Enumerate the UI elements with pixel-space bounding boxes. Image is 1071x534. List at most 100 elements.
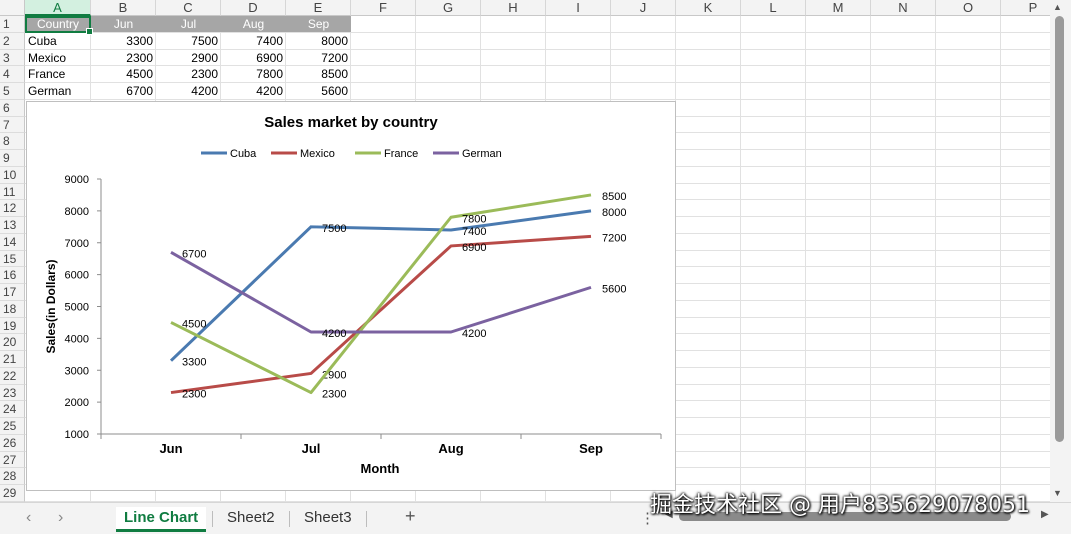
row-header[interactable]: 20: [0, 334, 25, 351]
table-cell[interactable]: 7800: [221, 66, 286, 82]
column-header-l[interactable]: L: [741, 0, 806, 16]
watermark-text: 掘金技术社区 @ 用户835629078051: [650, 493, 1030, 518]
row-header[interactable]: 8: [0, 133, 25, 150]
row-header[interactable]: 12: [0, 200, 25, 217]
table-header-cell[interactable]: Jun: [91, 16, 156, 32]
table-header-cell[interactable]: Aug: [221, 16, 286, 32]
tab-separator: [366, 511, 367, 527]
row-header[interactable]: 25: [0, 418, 25, 435]
table-cell[interactable]: 4500: [91, 66, 156, 82]
row-header[interactable]: 26: [0, 434, 25, 452]
table-cell[interactable]: 7400: [221, 33, 286, 49]
row-header[interactable]: 24: [0, 401, 25, 418]
row-header[interactable]: 10: [0, 166, 25, 184]
row-header[interactable]: 29: [0, 485, 25, 502]
row-header[interactable]: 6: [0, 99, 25, 117]
vertical-scroll-thumb[interactable]: [1055, 16, 1064, 442]
column-header-d[interactable]: D: [221, 0, 286, 16]
row-header[interactable]: 15: [0, 250, 25, 268]
row-header[interactable]: 2: [0, 32, 25, 50]
table-cell[interactable]: 2300: [91, 50, 156, 66]
spreadsheet-grid[interactable]: ABCDEFGHIJKLMNOP 1 2 3 4 5 6 7 8 9 10 11 12 13 14 15 16…: [0, 0, 1050, 502]
row-header[interactable]: 11: [0, 183, 25, 201]
row-header[interactable]: 19: [0, 317, 25, 335]
table-cell[interactable]: 7500: [156, 33, 221, 49]
select-all-corner[interactable]: [0, 0, 25, 16]
series-line: [169, 209, 592, 362]
row-header[interactable]: 9: [0, 150, 25, 167]
column-header-g[interactable]: G: [416, 0, 481, 16]
row-header[interactable]: 18: [0, 300, 25, 318]
table-cell[interactable]: 3300: [91, 33, 156, 49]
row-header[interactable]: 4: [0, 66, 25, 83]
row-header[interactable]: 3: [0, 49, 25, 67]
column-header-h[interactable]: H: [481, 0, 546, 16]
column-header-a[interactable]: A: [25, 0, 91, 16]
grid-line: [740, 16, 741, 502]
column-header-n[interactable]: N: [871, 0, 936, 16]
column-header-p[interactable]: P: [1001, 0, 1050, 16]
data-label: 7400: [462, 226, 486, 238]
table-cell[interactable]: Mexico: [25, 50, 91, 66]
row-header[interactable]: 17: [0, 284, 25, 301]
table-cell[interactable]: 6900: [221, 50, 286, 66]
column-header-o[interactable]: O: [936, 0, 1001, 16]
column-header-b[interactable]: B: [91, 0, 156, 16]
column-header-f[interactable]: F: [351, 0, 416, 16]
column-header-m[interactable]: M: [806, 0, 871, 16]
table-cell[interactable]: 8000: [286, 33, 351, 49]
row-header[interactable]: 27: [0, 451, 25, 469]
data-label: 3300: [182, 357, 206, 369]
table-cell[interactable]: 2300: [156, 66, 221, 82]
scroll-up-icon[interactable]: ▲: [1053, 2, 1062, 12]
y-tick-label: 6000: [65, 270, 89, 282]
tab-separator: [289, 511, 290, 527]
row-header[interactable]: 5: [0, 83, 25, 100]
row-header[interactable]: 1: [0, 16, 25, 33]
row-header[interactable]: 23: [0, 384, 25, 402]
table-cell[interactable]: 8500: [286, 66, 351, 82]
next-sheet-icon[interactable]: ›: [58, 509, 63, 527]
y-tick-label: 8000: [65, 206, 89, 218]
active-cell-selection[interactable]: [25, 16, 93, 35]
data-label: 8500: [602, 191, 626, 203]
table-cell[interactable]: German: [25, 83, 91, 99]
tab-line-chart[interactable]: Line Chart: [116, 507, 207, 532]
column-header-e[interactable]: E: [286, 0, 351, 16]
series-line: [170, 193, 592, 395]
column-header-j[interactable]: J: [611, 0, 676, 16]
tab-sheet2[interactable]: Sheet2: [219, 507, 283, 529]
table-header-cell[interactable]: Jul: [156, 16, 221, 32]
add-sheet-icon[interactable]: +: [405, 506, 416, 527]
column-header-c[interactable]: C: [156, 0, 221, 16]
row-header[interactable]: 21: [0, 351, 25, 368]
scroll-down-icon[interactable]: ▼: [1053, 488, 1062, 498]
tab-sheet3[interactable]: Sheet3: [296, 507, 360, 529]
row-header[interactable]: 28: [0, 468, 25, 485]
row-header[interactable]: 7: [0, 116, 25, 134]
row-header[interactable]: 16: [0, 267, 25, 284]
column-header-k[interactable]: K: [676, 0, 741, 16]
series-line: [170, 234, 592, 395]
table-cell[interactable]: 5600: [286, 83, 351, 99]
data-label: 4200: [462, 328, 486, 340]
table-cell[interactable]: Cuba: [25, 33, 91, 49]
column-header-i[interactable]: I: [546, 0, 611, 16]
table-cell[interactable]: 4200: [221, 83, 286, 99]
table-cell[interactable]: 7200: [286, 50, 351, 66]
prev-sheet-icon[interactable]: ‹: [26, 509, 31, 527]
x-tick-label: Jul: [302, 441, 321, 456]
table-cell[interactable]: 6700: [91, 83, 156, 99]
grid-line: [1000, 16, 1001, 502]
table-cell[interactable]: 2900: [156, 50, 221, 66]
row-header[interactable]: 22: [0, 367, 25, 385]
x-tick-label: Aug: [438, 441, 463, 456]
table-cell[interactable]: 4200: [156, 83, 221, 99]
table-header-cell[interactable]: Sep: [286, 16, 351, 32]
line-chart[interactable]: Sales market by country Cuba Mexico France G…: [26, 101, 676, 491]
scroll-right-icon[interactable]: ▶: [1041, 509, 1049, 520]
row-header[interactable]: 13: [0, 217, 25, 234]
table-cell[interactable]: France: [25, 66, 91, 82]
data-label: 6900: [462, 242, 486, 254]
row-header[interactable]: 14: [0, 233, 25, 251]
